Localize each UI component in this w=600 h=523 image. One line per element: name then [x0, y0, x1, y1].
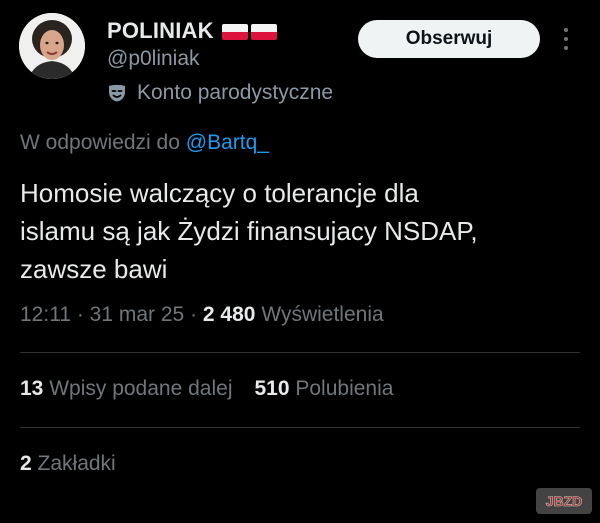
reply-context: W odpowiedzi do @Bartq_	[20, 131, 269, 155]
views-label: Wyświetlenia	[261, 303, 384, 326]
svg-text:JBZD: JBZD	[546, 493, 583, 509]
poland-flag-icon	[221, 24, 248, 40]
meta-separator: ·	[71, 303, 90, 326]
author-display-name[interactable]: POLINIAK	[107, 18, 214, 44]
meta-separator: ·	[184, 303, 203, 326]
tweet-date[interactable]: 31 mar 25	[90, 303, 185, 326]
likes-stat[interactable]: 510 Polubienia	[254, 377, 393, 401]
engagement-stats: 13 Wpisy podane dalej 510 Polubienia	[20, 377, 393, 401]
poland-flag-icon	[250, 24, 277, 40]
author-handle[interactable]: @p0liniak	[107, 47, 200, 71]
author-name-row: POLINIAK	[107, 17, 277, 45]
more-vertical-icon[interactable]	[558, 24, 574, 54]
jbzd-watermark-logo: JBZD	[536, 488, 592, 514]
tweet-text: Homosie walczący o tolerancje dla islamu…	[20, 178, 478, 284]
follow-button[interactable]: Obserwuj	[358, 20, 540, 58]
bookmarks-count: 2	[20, 452, 32, 475]
reposts-stat[interactable]: 13 Wpisy podane dalej	[20, 377, 232, 401]
tweet-meta: 12:11 · 31 mar 25 · 2 480 Wyświetlenia	[20, 303, 384, 327]
reply-mention-link[interactable]: @Bartq_	[186, 131, 269, 154]
avatar[interactable]	[19, 13, 85, 79]
parody-label-text: Konto parodystyczne	[137, 81, 334, 104]
bookmarks-label: Zakładki	[37, 452, 116, 475]
reply-prefix: W odpowiedzi do	[20, 131, 186, 154]
tweet-time[interactable]: 12:11	[20, 303, 71, 326]
divider	[20, 352, 580, 353]
bookmarks-stat[interactable]: 2 Zakładki	[20, 452, 116, 476]
views-count: 2 480	[202, 303, 256, 326]
flag-group	[221, 24, 277, 40]
reposts-count: 13	[20, 377, 44, 400]
reposts-label: Wpisy podane dalej	[49, 377, 233, 400]
parody-mask-icon	[109, 84, 125, 102]
divider	[20, 427, 580, 428]
parody-label: Konto parodystyczne	[107, 81, 333, 105]
likes-label: Polubienia	[295, 377, 394, 400]
likes-count: 510	[254, 377, 290, 400]
